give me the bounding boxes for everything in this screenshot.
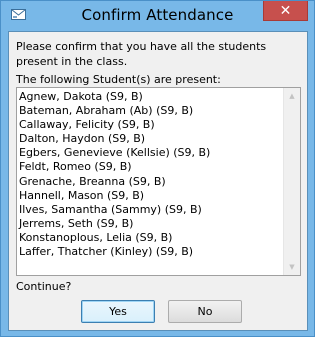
continue-prompt: Continue? <box>16 280 72 293</box>
students-listbox[interactable]: Agnew, Dakota (S9, B) Bateman, Abraham (A… <box>16 87 301 276</box>
dialog-body: Please confirm that you have all the stu… <box>8 31 308 331</box>
confirmation-message: Please confirm that you have all the stu… <box>16 40 267 68</box>
list-item[interactable]: Callaway, Felicity (S9, B) <box>19 118 210 132</box>
yes-button[interactable]: Yes <box>81 300 155 323</box>
list-item[interactable]: Jerrems, Seth (S9, B) <box>19 217 210 231</box>
present-students-label: The following Student(s) are present: <box>16 73 221 86</box>
vertical-scrollbar[interactable]: ▲ ▼ <box>283 88 300 275</box>
list-item[interactable]: Bateman, Abraham (Ab) (S9, B) <box>19 104 210 118</box>
list-item[interactable]: Egbers, Genevieve (Kellsie) (S9, B) <box>19 146 210 160</box>
student-list: Agnew, Dakota (S9, B) Bateman, Abraham (A… <box>19 90 210 259</box>
scroll-down-icon[interactable]: ▼ <box>284 259 300 275</box>
list-item[interactable]: Dalton, Haydon (S9, B) <box>19 132 210 146</box>
list-item[interactable]: Laffer, Thatcher (Kinley) (S9, B) <box>19 245 210 259</box>
close-icon: ✕ <box>279 2 292 19</box>
dialog-window: Confirm Attendance ✕ Please confirm that… <box>0 0 315 337</box>
close-button[interactable]: ✕ <box>263 1 308 21</box>
no-button[interactable]: No <box>168 300 242 323</box>
list-item[interactable]: Feldt, Romeo (S9, B) <box>19 160 210 174</box>
list-item[interactable]: Grenache, Breanna (S9, B) <box>19 175 210 189</box>
list-item[interactable]: Agnew, Dakota (S9, B) <box>19 90 210 104</box>
list-item[interactable]: Hannell, Mason (S9, B) <box>19 189 210 203</box>
title-bar[interactable]: Confirm Attendance ✕ <box>1 1 314 30</box>
list-item[interactable]: Konstanoplous, Lelia (S9, B) <box>19 231 210 245</box>
list-item[interactable]: Ilves, Samantha (Sammy) (S9, B) <box>19 203 210 217</box>
scroll-up-icon[interactable]: ▲ <box>284 88 300 104</box>
